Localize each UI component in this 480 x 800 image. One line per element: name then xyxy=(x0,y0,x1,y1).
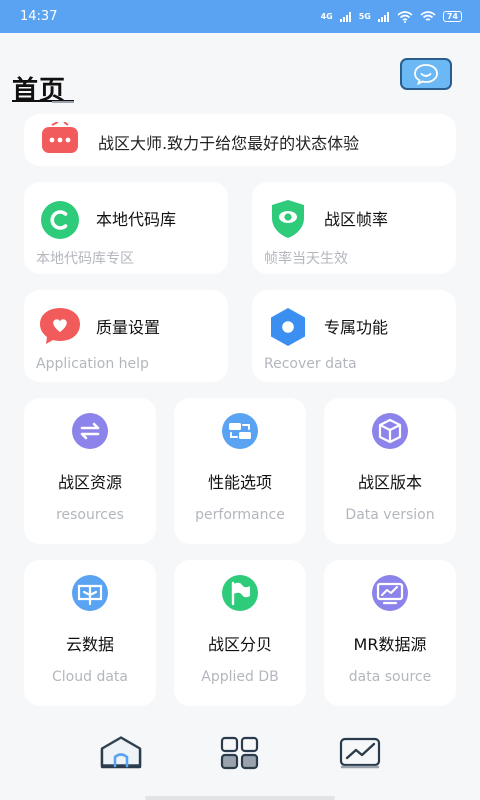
battery-level: 74 xyxy=(446,11,458,21)
home-icon xyxy=(100,736,142,769)
card-subtitle: 本地代码库专区 xyxy=(36,251,134,267)
monitor-icon xyxy=(372,575,408,611)
status-icons: 4G 5G 74 xyxy=(320,10,462,23)
card-subtitle: Applied DB xyxy=(201,669,279,685)
banner-text: 战区大师.致力于给您最好的状态体验 xyxy=(98,134,360,153)
chat-button[interactable] xyxy=(400,58,452,90)
chart-icon xyxy=(339,737,381,769)
card-applied-db[interactable]: 战区分贝 Applied DB xyxy=(174,560,306,706)
nav-apps[interactable] xyxy=(220,736,262,774)
nav-home[interactable] xyxy=(98,736,144,774)
card-cloud-data[interactable]: 云数据 Cloud data xyxy=(24,560,156,706)
signal-icon xyxy=(339,11,351,22)
card-title: 战区资源 xyxy=(57,473,122,492)
card-performance[interactable]: 性能选项 performance xyxy=(174,398,306,544)
hexagon-icon xyxy=(271,308,305,346)
battery-icon: 74 xyxy=(442,11,462,22)
card-data-version[interactable]: 战区版本 Data version xyxy=(324,398,456,544)
card-title: 战区版本 xyxy=(357,473,422,492)
bottom-nav xyxy=(0,728,480,778)
card-subtitle: Recover data xyxy=(264,356,357,372)
cloud-box-icon xyxy=(72,575,108,611)
signal-5g-label: 5G xyxy=(358,12,371,21)
shield-eye-icon xyxy=(272,200,304,238)
card-title: 战区帧率 xyxy=(324,210,389,229)
nav-stats[interactable] xyxy=(338,736,384,774)
home-indicator xyxy=(145,796,335,800)
swap-icon xyxy=(222,413,258,449)
signal-4g-label: 4G xyxy=(320,12,333,21)
card-subtitle: performance xyxy=(195,507,285,523)
card-subtitle: resources xyxy=(56,507,124,523)
card-subtitle: Data version xyxy=(345,507,435,523)
card-subtitle: Application help xyxy=(36,356,149,372)
card-resources[interactable]: 战区资源 resources xyxy=(24,398,156,544)
card-title: 性能选项 xyxy=(207,473,272,492)
card-exclusive-functions[interactable]: 专属功能 Recover data xyxy=(252,290,456,382)
card-subtitle: data source xyxy=(348,669,432,685)
card-frame-rate[interactable]: 战区帧率 帧率当天生效 xyxy=(252,182,456,274)
cube-icon xyxy=(372,413,408,449)
heart-bubble-icon xyxy=(40,308,80,344)
card-title: 战区分贝 xyxy=(207,635,272,654)
signal-icon-2 xyxy=(377,11,389,22)
chat-smile-icon xyxy=(414,64,438,85)
card-subtitle: 帧率当天生效 xyxy=(264,251,348,267)
message-box-icon xyxy=(42,122,78,153)
banner-card[interactable]: 战区大师.致力于给您最好的状态体验 xyxy=(24,114,456,166)
card-quality-settings[interactable]: 质量设置 Application help xyxy=(24,290,228,382)
card-mr-data-source[interactable]: MR数据源 data source xyxy=(324,560,456,706)
card-title: 本地代码库 xyxy=(96,210,177,229)
status-time: 14:37 xyxy=(20,9,58,24)
status-bar: 14:37 4G 5G 74 xyxy=(0,0,480,33)
card-subtitle: Cloud data xyxy=(52,669,128,685)
sync-icon xyxy=(72,413,108,449)
wifi-icon-2 xyxy=(420,10,436,21)
grid-icon xyxy=(220,736,259,770)
card-title: MR数据源 xyxy=(353,635,427,654)
c-letter-icon xyxy=(41,201,79,239)
card-title: 质量设置 xyxy=(96,318,161,337)
title-underline-accent xyxy=(52,101,74,103)
card-local-code-library[interactable]: 本地代码库 本地代码库专区 xyxy=(24,182,228,274)
card-title: 专属功能 xyxy=(324,318,389,337)
wifi-icon xyxy=(397,10,413,23)
flag-icon xyxy=(222,575,258,611)
card-title: 云数据 xyxy=(65,635,114,654)
